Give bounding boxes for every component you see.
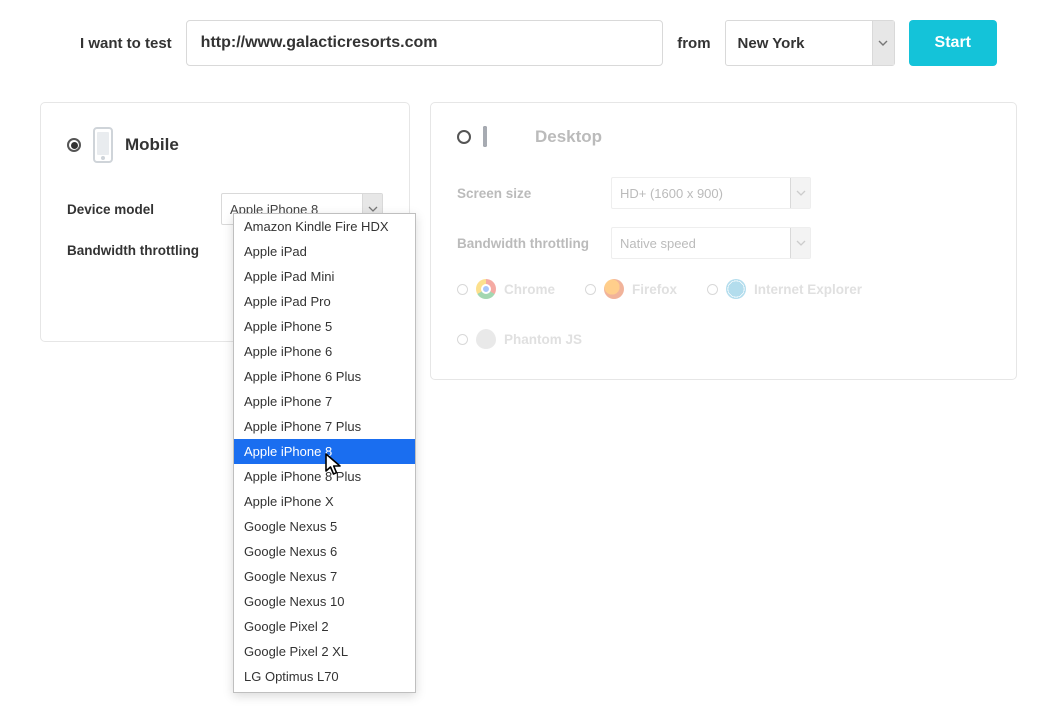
browser-label: Chrome: [504, 282, 555, 297]
monitor-icon: [483, 128, 523, 146]
firefox-icon: [604, 279, 624, 299]
browser-radio: [457, 284, 468, 295]
desktop-bandwidth-value: Native speed: [612, 228, 790, 258]
browser-radio: [707, 284, 718, 295]
desktop-bandwidth-select[interactable]: Native speed: [611, 227, 811, 259]
browser-label: Internet Explorer: [754, 282, 862, 297]
device-option[interactable]: Google Nexus 10: [234, 589, 415, 614]
device-option[interactable]: Apple iPhone 5: [234, 314, 415, 339]
chevron-down-icon: [790, 178, 810, 208]
device-option[interactable]: Amazon Kindle Fire HDX: [234, 214, 415, 239]
device-option[interactable]: Apple iPhone 7: [234, 389, 415, 414]
device-option[interactable]: LG Optimus L70: [234, 664, 415, 689]
device-option[interactable]: Google Pixel 2 XL: [234, 639, 415, 664]
test-prefix-label: I want to test: [80, 35, 172, 52]
mobile-radio[interactable]: [67, 138, 81, 152]
device-option[interactable]: Google Pixel 2: [234, 614, 415, 639]
mobile-title: Mobile: [125, 135, 179, 155]
browser-radio: [585, 284, 596, 295]
device-option[interactable]: Apple iPhone 6 Plus: [234, 364, 415, 389]
screen-size-label: Screen size: [457, 186, 597, 201]
desktop-bandwidth-label: Bandwidth throttling: [457, 236, 597, 251]
topbar: I want to test from New York Start: [20, 20, 1037, 76]
chevron-down-icon: [872, 21, 894, 65]
ie-icon: [726, 279, 746, 299]
desktop-radio[interactable]: [457, 130, 471, 144]
device-option[interactable]: Apple iPad Mini: [234, 264, 415, 289]
location-select[interactable]: New York: [725, 20, 895, 66]
chrome-icon: [476, 279, 496, 299]
panels: Mobile Device model Apple iPhone 8 Bandw…: [20, 102, 1037, 380]
screen-size-select[interactable]: HD+ (1600 x 900): [611, 177, 811, 209]
device-option[interactable]: Apple iPhone 6: [234, 339, 415, 364]
browser-firefox[interactable]: Firefox: [585, 279, 677, 299]
device-option[interactable]: Apple iPad: [234, 239, 415, 264]
browser-label: Firefox: [632, 282, 677, 297]
start-button[interactable]: Start: [909, 20, 997, 66]
device-option[interactable]: Apple iPhone 7 Plus: [234, 414, 415, 439]
device-option[interactable]: Google Nexus 5: [234, 514, 415, 539]
browser-radio: [457, 334, 468, 345]
mobile-bandwidth-label: Bandwidth throttling: [67, 243, 207, 258]
device-option[interactable]: Apple iPad Pro: [234, 289, 415, 314]
browser-options: Chrome Firefox Internet Explorer Phantom…: [457, 279, 990, 349]
screen-size-value: HD+ (1600 x 900): [612, 178, 790, 208]
device-option[interactable]: Nokia Lumia 520: [234, 689, 415, 693]
browser-phantom[interactable]: Phantom JS: [457, 329, 582, 349]
device-option[interactable]: Google Nexus 7: [234, 564, 415, 589]
desktop-panel: Desktop Screen size HD+ (1600 x 900) Ban…: [430, 102, 1017, 380]
device-option[interactable]: Apple iPhone 8 Plus: [234, 464, 415, 489]
device-option[interactable]: Apple iPhone 8: [234, 439, 415, 464]
chevron-down-icon: [790, 228, 810, 258]
browser-chrome[interactable]: Chrome: [457, 279, 555, 299]
phantom-icon: [476, 329, 496, 349]
device-model-label: Device model: [67, 202, 207, 217]
device-option[interactable]: Google Nexus 6: [234, 539, 415, 564]
desktop-title: Desktop: [535, 127, 602, 147]
browser-label: Phantom JS: [504, 332, 582, 347]
from-label: from: [677, 35, 710, 52]
location-value: New York: [726, 35, 817, 52]
phone-icon: [93, 127, 113, 163]
browser-ie[interactable]: Internet Explorer: [707, 279, 862, 299]
url-input[interactable]: [186, 20, 664, 66]
device-option[interactable]: Apple iPhone X: [234, 489, 415, 514]
device-model-dropdown[interactable]: Amazon Kindle Fire HDXApple iPadApple iP…: [233, 213, 416, 693]
mobile-panel: Mobile Device model Apple iPhone 8 Bandw…: [40, 102, 410, 342]
